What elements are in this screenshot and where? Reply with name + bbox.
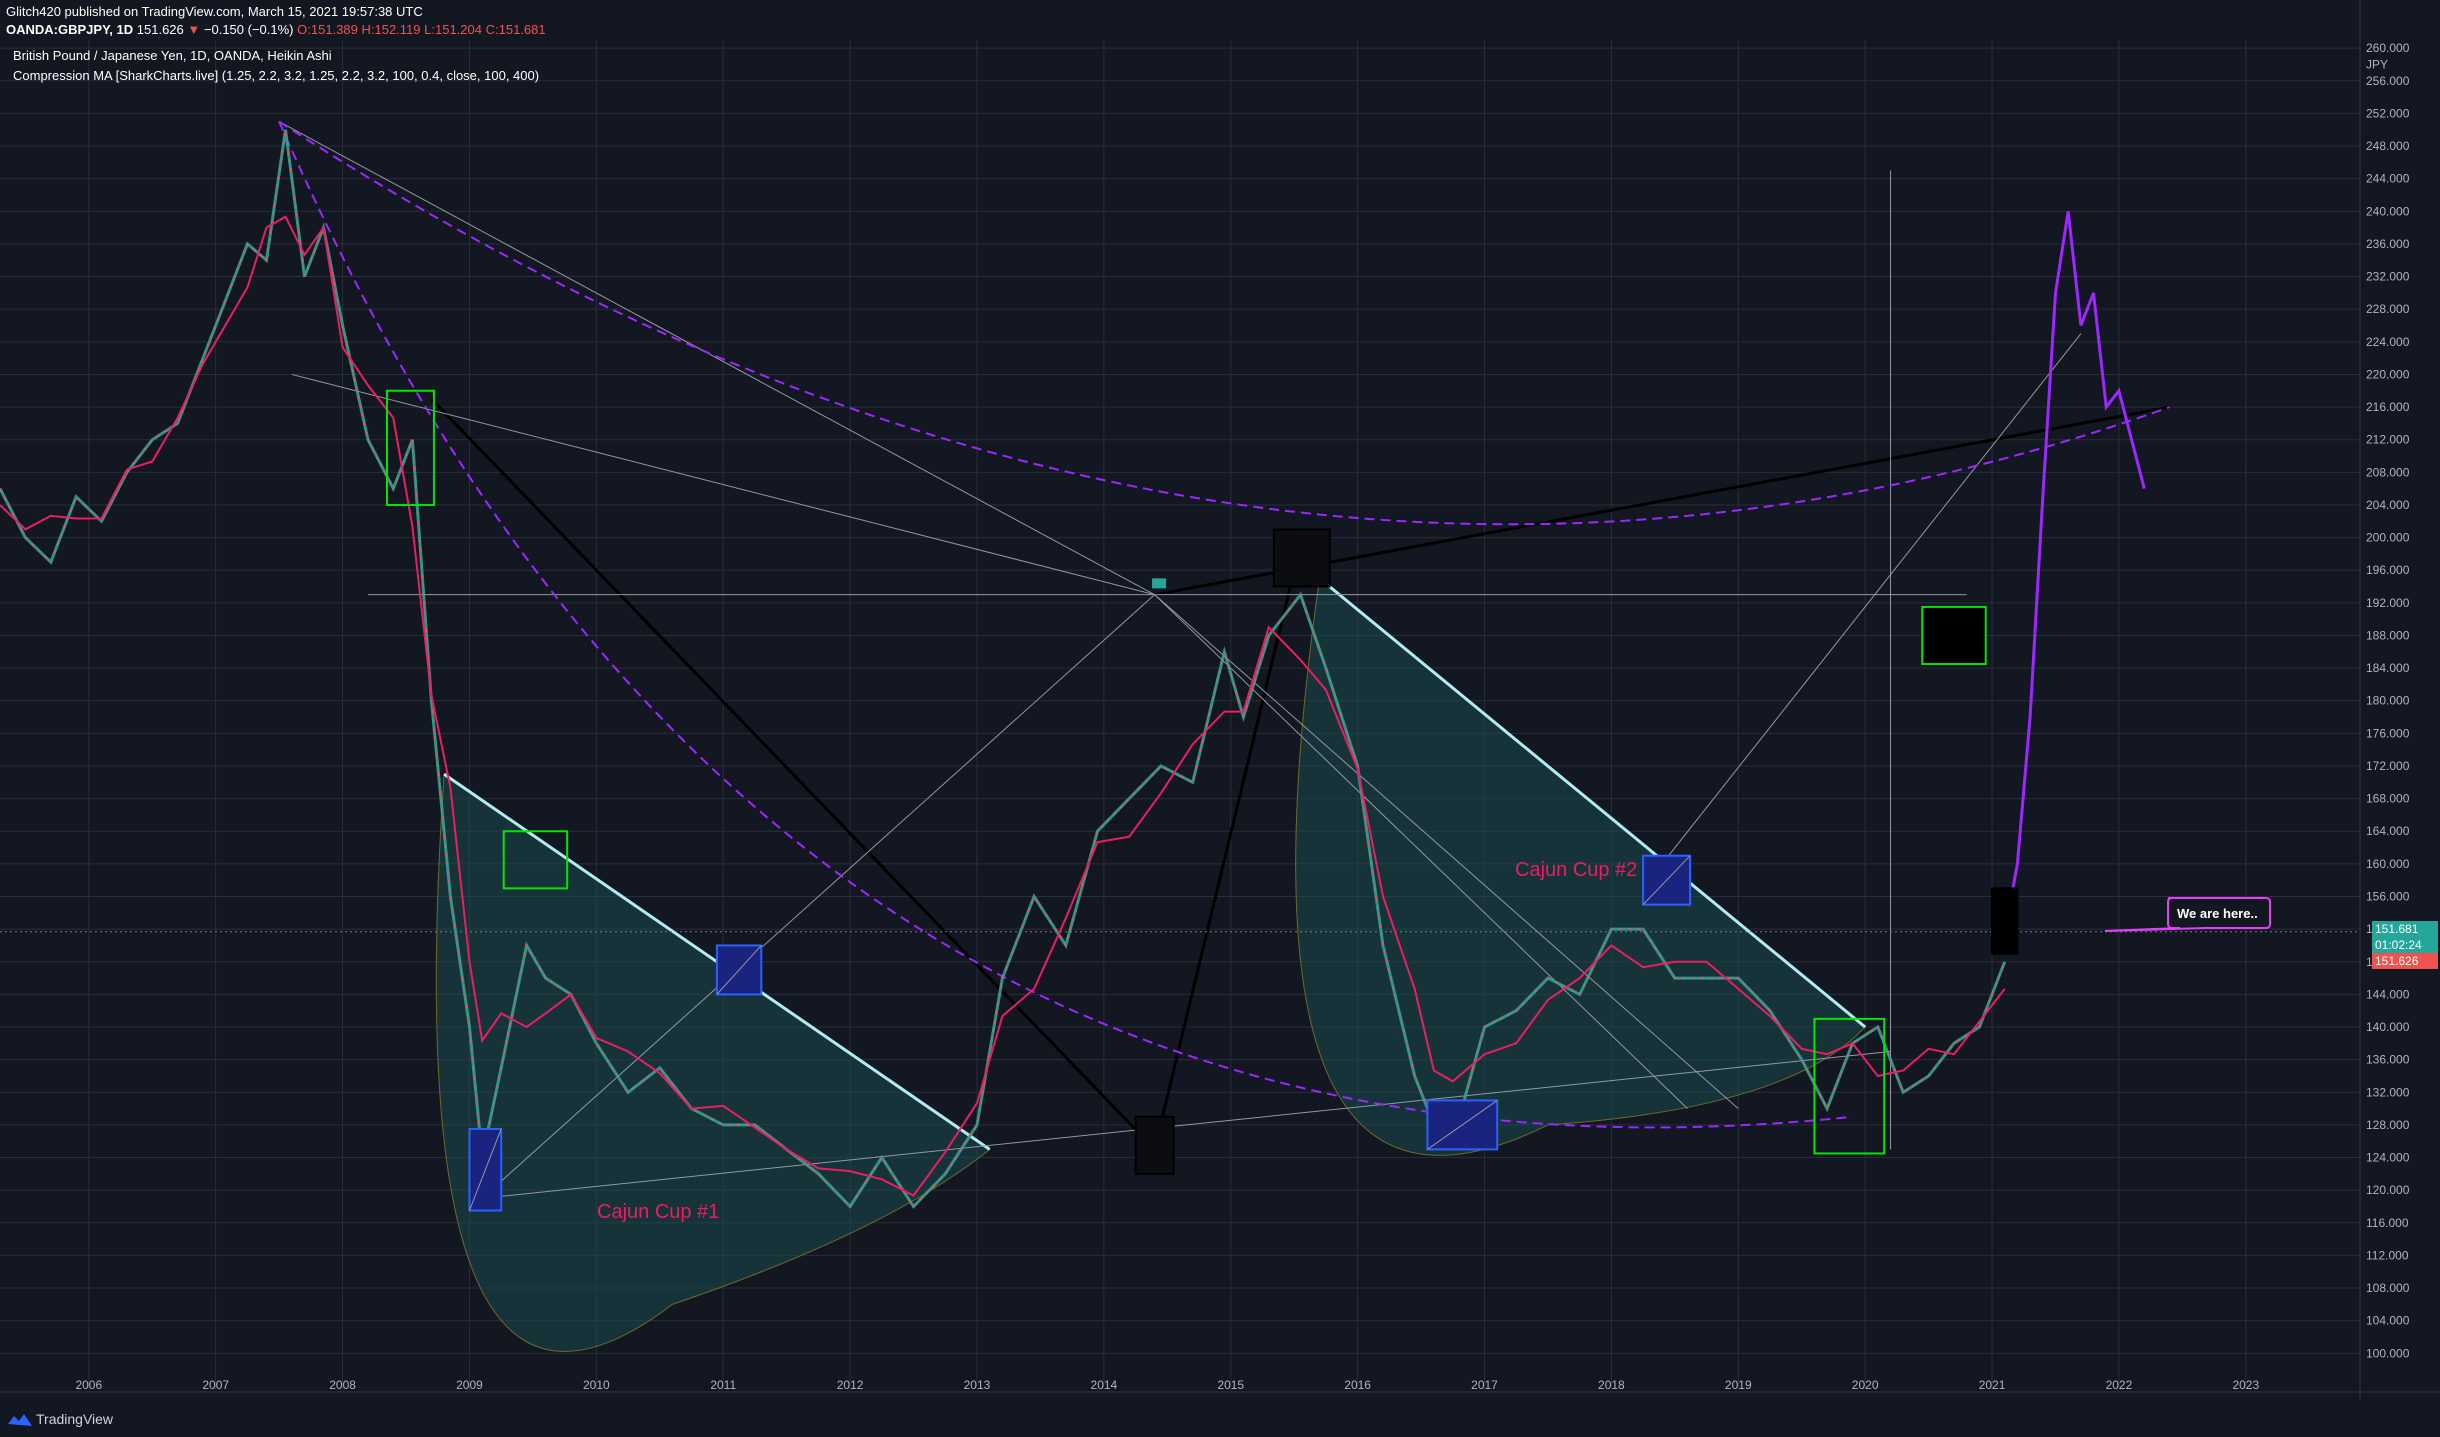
price-tick-label: 224.000	[2366, 335, 2410, 349]
price-tick-label: 244.000	[2366, 172, 2410, 186]
cup2-label: Cajun Cup #2	[1515, 859, 1637, 881]
price-tick-label: 200.000	[2366, 531, 2410, 545]
price-chart[interactable]: 100.000 104.000 108.000 112.000 116.000 120.0…	[0, 0, 2440, 1437]
price-tick-label: 156.000	[2366, 889, 2410, 903]
low: L:151.204	[424, 22, 482, 37]
price-tick-label: 248.000	[2366, 139, 2410, 153]
flag-icon	[1152, 578, 1167, 589]
price-tick-label: 116.000	[2366, 1216, 2409, 1230]
year-tick-label: 2020	[1852, 1378, 1879, 1392]
price-tick-label: 160.000	[2366, 857, 2410, 871]
price-tick-label: 112.000	[2366, 1248, 2409, 1262]
year-tick-label: 2018	[1598, 1378, 1625, 1392]
projection-line	[1661, 333, 2082, 865]
open: O:151.389	[297, 22, 358, 37]
year-tick-label: 2022	[2106, 1378, 2133, 1392]
indicator-legend[interactable]: Compression MA [SharkCharts.live] (1.25,…	[13, 68, 539, 83]
price-axis[interactable]: 100.000 104.000 108.000 112.000 116.000 120.0…	[2360, 0, 2440, 1400]
price-tick-label: 100.000	[2366, 1346, 2410, 1360]
symbol[interactable]: OANDA:GBPJPY, 1D	[6, 22, 133, 37]
trend-lines	[0, 120, 2360, 1199]
high: H:152.119	[361, 22, 421, 37]
year-tick-label: 2023	[2232, 1378, 2259, 1392]
year-tick-label: 2021	[1979, 1378, 2006, 1392]
black-box-2021	[1991, 887, 2019, 955]
price-tick-label: 128.000	[2366, 1118, 2410, 1132]
price-tick-label: 252.000	[2366, 106, 2410, 120]
price-tick-label: 188.000	[2366, 628, 2410, 642]
symbol-line: OANDA:GBPJPY, 1D 151.626 ▼ −0.150 (−0.1%…	[6, 22, 546, 37]
price-tick-label: 256.000	[2366, 74, 2410, 88]
prev-price-tag: 151.626	[2372, 953, 2438, 969]
price-tick-label: 204.000	[2366, 498, 2410, 512]
cup1-shape	[435, 773, 991, 1352]
price-tick-label: 216.000	[2366, 400, 2410, 414]
price-tick-label: 196.000	[2366, 563, 2410, 577]
instrument-legend[interactable]: British Pound / Japanese Yen, 1D, OANDA,…	[13, 48, 332, 63]
tradingview-logo-icon	[8, 1414, 32, 1426]
year-tick-label: 2011	[710, 1378, 736, 1392]
year-tick-label: 2008	[329, 1378, 356, 1392]
price-tick-label: 240.000	[2366, 204, 2410, 218]
year-tick-label: 2010	[583, 1378, 610, 1392]
dashed-arc-2	[278, 120, 2171, 526]
publish-info: Glitch420 published on TradingView.com, …	[6, 4, 423, 19]
price-tick-label: 144.000	[2366, 987, 2410, 1001]
last-price: 151.626	[136, 22, 184, 37]
year-tick-label: 2017	[1471, 1378, 1498, 1392]
price-tick-label: 236.000	[2366, 237, 2410, 251]
price-tick-label: 232.000	[2366, 270, 2410, 284]
upper-fan-line	[278, 121, 1155, 596]
price-tick-label: 208.000	[2366, 465, 2410, 479]
price-tick-label: 180.000	[2366, 694, 2410, 708]
price-tick-label: 212.000	[2366, 433, 2410, 447]
price-tick-label: 108.000	[2366, 1281, 2410, 1295]
year-tick-label: 2009	[456, 1378, 483, 1392]
price-tick-label: 172.000	[2366, 759, 2410, 773]
green-box-2020	[1921, 605, 1987, 666]
price-tick-label: 132.000	[2366, 1085, 2410, 1099]
year-tick-label: 2019	[1725, 1378, 1752, 1392]
black-box-2015	[1272, 528, 1331, 588]
countdown-tag: 01:02:24	[2372, 937, 2438, 953]
time-axis-bg	[0, 1392, 2360, 1414]
year-tick-label: 2007	[202, 1378, 229, 1392]
time-axis[interactable]: 2006 2007 2008 2009 2010 2011 2012 2013 2014 2015…	[0, 0, 2440, 1414]
cup1-label: Cajun Cup #1	[597, 1201, 719, 1223]
price-tick-label: 192.000	[2366, 596, 2410, 610]
price-tick-label: 136.000	[2366, 1053, 2410, 1067]
price-tick-label: 168.000	[2366, 792, 2410, 806]
last-price-tag: 151.681	[2372, 921, 2438, 937]
callout-text: We are here..	[2177, 906, 2258, 921]
price-tick-label: 124.000	[2366, 1151, 2410, 1165]
price-tick-label: 120.000	[2366, 1183, 2410, 1197]
price-tick-label: 184.000	[2366, 661, 2410, 675]
price-tick-label: 228.000	[2366, 302, 2410, 316]
black-box-2014	[1134, 1115, 1175, 1175]
down-arrow-icon: ▼	[187, 22, 201, 37]
year-tick-label: 2014	[1091, 1378, 1118, 1392]
close: C:151.681	[485, 22, 546, 37]
year-tick-label: 2012	[837, 1378, 864, 1392]
year-tick-label: 2013	[964, 1378, 991, 1392]
year-tick-label: 2015	[1217, 1378, 1244, 1392]
footer-brand: TradingView	[36, 1411, 114, 1427]
price-tick-label: 220.000	[2366, 367, 2410, 381]
change: −0.150 (−0.1%)	[203, 22, 294, 37]
chart-grid	[0, 40, 2360, 1390]
price-tick-label: 104.000	[2366, 1314, 2410, 1328]
year-tick-label: 2006	[75, 1378, 102, 1392]
year-tick-label: 2016	[1344, 1378, 1371, 1392]
price-tick-label: 164.000	[2366, 824, 2410, 838]
we-are-here-callout: We are here..	[2104, 897, 2271, 932]
projection-line-series	[2003, 211, 2146, 933]
price-tick-label: 260.000	[2366, 41, 2410, 55]
price-tick-label: 176.000	[2366, 726, 2410, 740]
currency-label: JPY	[2366, 57, 2388, 71]
price-tick-label: 140.000	[2366, 1020, 2410, 1034]
